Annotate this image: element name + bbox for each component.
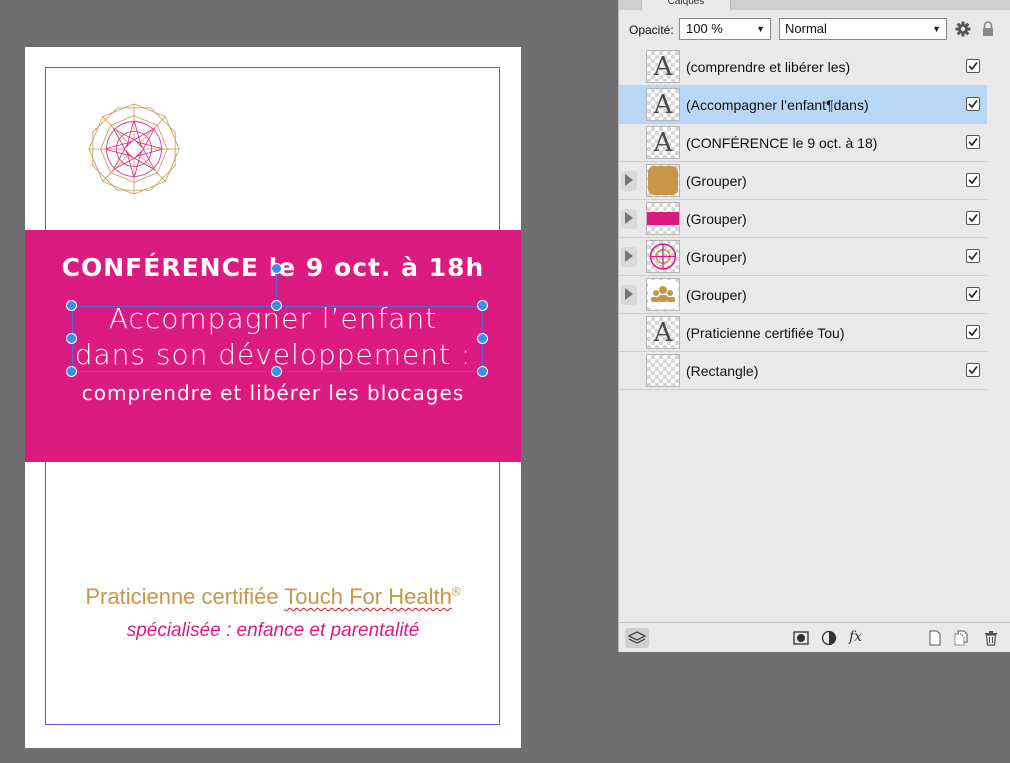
- resize-handle-bottom-left[interactable]: [66, 366, 77, 377]
- gear-icon[interactable]: [955, 21, 971, 37]
- layer-thumbnail: A: [646, 50, 680, 83]
- resize-handle-top-left[interactable]: [66, 300, 77, 311]
- opacity-dropdown[interactable]: 100 % ▼: [679, 18, 771, 40]
- layer-name[interactable]: (Accompagner l’enfant¶dans): [686, 97, 869, 113]
- document-canvas[interactable]: CONFÉRENCE le 9 oct. à 18h Accompagner l…: [25, 47, 521, 748]
- layers-icon[interactable]: [625, 628, 649, 648]
- visibility-checkbox[interactable]: [966, 135, 980, 149]
- opacity-value: 100 %: [686, 21, 723, 36]
- opacity-label: Opacité:: [629, 23, 674, 37]
- visibility-checkbox[interactable]: [966, 211, 980, 225]
- layer-row[interactable]: A (Praticienne certifiée Tou): [619, 314, 987, 352]
- layer-thumbnail: [646, 354, 680, 387]
- triangle-right-icon[interactable]: [625, 250, 633, 262]
- layer-name[interactable]: (Grouper): [686, 287, 747, 303]
- layer-thumbnail: [646, 278, 680, 311]
- lock-icon[interactable]: [981, 21, 995, 37]
- chevron-down-icon: ▼: [756, 24, 765, 34]
- fx-icon[interactable]: fx: [849, 630, 865, 646]
- layer-row[interactable]: A (Accompagner l’enfant¶dans): [619, 86, 987, 124]
- text-layer-icon: A: [653, 318, 673, 348]
- visibility-checkbox[interactable]: [966, 173, 980, 187]
- subtitle-line[interactable]: comprendre et libérer les blocages: [25, 381, 521, 405]
- layer-thumbnail: A: [646, 316, 680, 349]
- layer-name[interactable]: (CONFÉRENCE le 9 oct. à 18): [686, 135, 877, 151]
- layer-row[interactable]: (Rectangle): [619, 352, 987, 390]
- layer-row[interactable]: (Grouper): [619, 162, 987, 200]
- layer-thumbnail: A: [646, 88, 680, 121]
- touch-for-health-text: Touch For Health: [284, 584, 452, 609]
- layer-name[interactable]: (Grouper): [686, 173, 747, 189]
- layer-thumbnail: [646, 202, 680, 235]
- mask-icon[interactable]: [793, 630, 809, 646]
- layer-name[interactable]: (Praticienne certifiée Tou): [686, 325, 844, 341]
- adjustment-icon[interactable]: [821, 630, 837, 646]
- triangle-right-icon[interactable]: [625, 174, 633, 186]
- layer-row[interactable]: A (CONFÉRENCE le 9 oct. à 18): [619, 124, 987, 162]
- praticienne-text[interactable]: Praticienne certifiée Touch For Health®: [25, 584, 521, 610]
- mandala-logo[interactable]: [85, 100, 183, 198]
- resize-handle-right[interactable]: [477, 333, 488, 344]
- layer-thumbnail: [646, 164, 680, 197]
- praticienne-prefix: Praticienne certifiée: [85, 584, 285, 609]
- text-layer-icon: A: [653, 90, 673, 120]
- resize-handle-bottom[interactable]: [271, 366, 282, 377]
- visibility-checkbox[interactable]: [966, 97, 980, 111]
- panel-tab-strip: Calques: [619, 0, 1010, 11]
- visibility-checkbox[interactable]: [966, 249, 980, 263]
- layer-row[interactable]: (Grouper): [619, 276, 987, 314]
- registered-mark: ®: [451, 584, 461, 599]
- tab-calques[interactable]: Calques: [641, 0, 731, 11]
- opacity-row: Opacité: 100 % ▼ Normal ▼: [619, 14, 1010, 46]
- layer-name[interactable]: (comprendre et libérer les): [686, 59, 850, 75]
- layer-row[interactable]: A (comprendre et libérer les): [619, 48, 987, 86]
- layers-panel: Calques Opacité: 100 % ▼ Normal ▼ A (comp…: [618, 0, 1010, 652]
- chevron-down-icon: ▼: [932, 24, 941, 34]
- visibility-checkbox[interactable]: [966, 287, 980, 301]
- blend-mode-dropdown[interactable]: Normal ▼: [779, 18, 947, 40]
- duplicate-icon[interactable]: [953, 630, 969, 646]
- resize-handle-bottom-right[interactable]: [477, 366, 488, 377]
- text-layer-icon: A: [653, 128, 673, 158]
- triangle-right-icon[interactable]: [625, 288, 633, 300]
- visibility-checkbox[interactable]: [966, 325, 980, 339]
- resize-handle-left[interactable]: [66, 333, 77, 344]
- resize-handle-top[interactable]: [271, 300, 282, 311]
- visibility-checkbox[interactable]: [966, 59, 980, 73]
- selection-bounding-box[interactable]: [72, 306, 483, 372]
- layer-thumbnail: [646, 240, 680, 273]
- rotation-handle[interactable]: [271, 263, 282, 274]
- layer-thumbnail: A: [646, 126, 680, 159]
- layer-name[interactable]: (Grouper): [686, 211, 747, 227]
- blend-mode-value: Normal: [785, 21, 827, 36]
- resize-handle-top-right[interactable]: [477, 300, 488, 311]
- layer-name[interactable]: (Rectangle): [686, 363, 758, 379]
- layer-name[interactable]: (Grouper): [686, 249, 747, 265]
- layers-list: A (comprendre et libérer les) A (Accompagne…: [619, 48, 987, 390]
- new-layer-icon[interactable]: [927, 630, 943, 646]
- layer-row[interactable]: (Grouper): [619, 238, 987, 276]
- visibility-checkbox[interactable]: [966, 363, 980, 377]
- trash-icon[interactable]: [983, 630, 999, 646]
- text-layer-icon: A: [653, 52, 673, 82]
- triangle-right-icon[interactable]: [625, 212, 633, 224]
- specialisee-text[interactable]: spécialisée : enfance et parentalité: [25, 620, 521, 642]
- panel-footer-toolbar: fx: [619, 622, 1010, 653]
- layer-row[interactable]: (Grouper): [619, 200, 987, 238]
